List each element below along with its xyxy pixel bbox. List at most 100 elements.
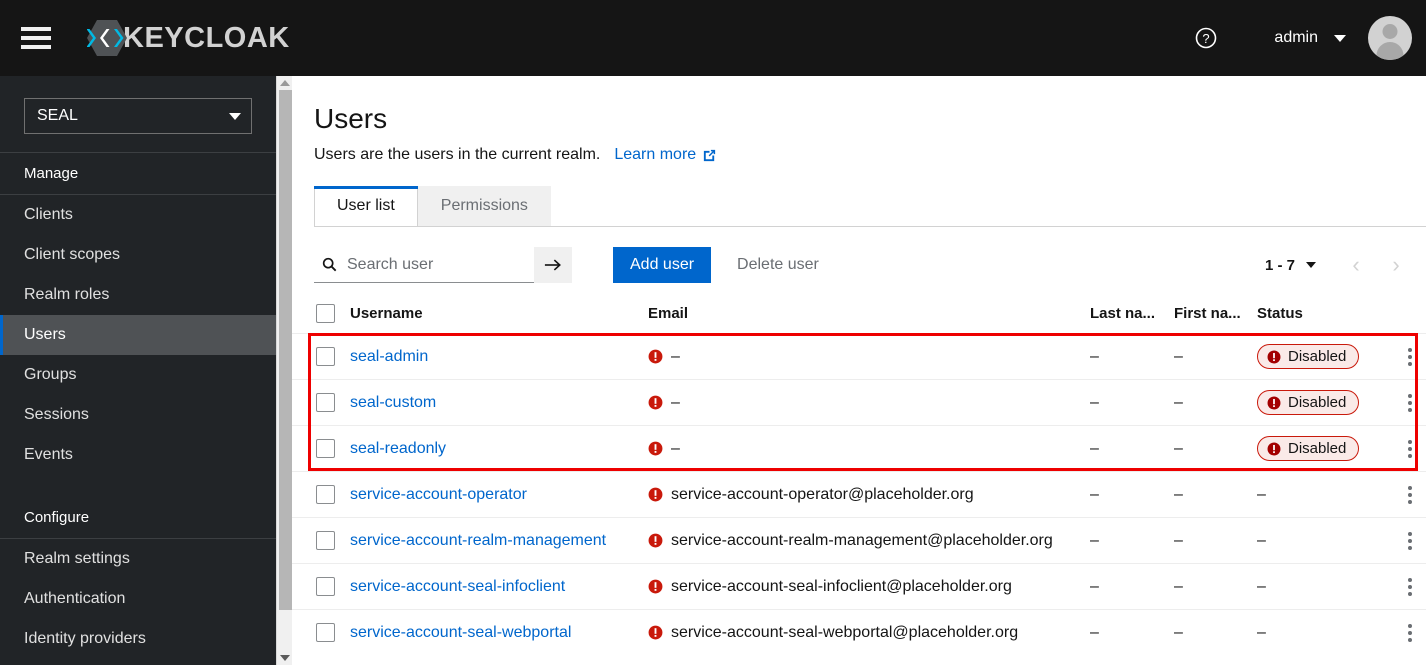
- search-box[interactable]: [314, 247, 534, 283]
- username-link[interactable]: service-account-seal-webportal: [350, 624, 571, 641]
- caret-down-icon: [1334, 34, 1346, 42]
- cell-status: –: [1257, 624, 1393, 642]
- pagination-next-button[interactable]: ›: [1376, 247, 1416, 283]
- sidebar-item-events[interactable]: Events: [0, 435, 276, 475]
- username-link[interactable]: seal-readonly: [350, 440, 446, 457]
- row-actions-button[interactable]: [1393, 577, 1426, 596]
- row-checkbox[interactable]: [315, 623, 335, 642]
- status-exclamation-icon: [1267, 442, 1281, 455]
- row-actions-button[interactable]: [1393, 531, 1426, 550]
- row-actions-button[interactable]: [1393, 485, 1426, 504]
- add-user-button[interactable]: Add user: [613, 247, 712, 283]
- sidebar-item-users[interactable]: Users: [0, 315, 276, 355]
- row-checkbox[interactable]: [315, 439, 335, 458]
- pagination-prev-button[interactable]: ‹: [1336, 247, 1376, 283]
- row-checkbox[interactable]: [315, 393, 335, 412]
- search-input[interactable]: [345, 254, 515, 275]
- sidebar-item-authentication[interactable]: Authentication: [0, 579, 276, 619]
- sidebar-item-identity-providers[interactable]: Identity providers: [0, 619, 276, 659]
- cell-first-name: –: [1174, 485, 1183, 503]
- row-checkbox[interactable]: [315, 485, 335, 504]
- column-header-status[interactable]: Status: [1257, 305, 1393, 322]
- username-link[interactable]: service-account-operator: [350, 486, 527, 503]
- delete-user-button[interactable]: Delete user: [737, 256, 819, 274]
- username-link[interactable]: seal-custom: [350, 394, 436, 411]
- sidebar-item-clients[interactable]: Clients: [0, 195, 276, 235]
- cell-email: service-account-seal-webportal@placehold…: [648, 624, 1090, 642]
- arrow-right-icon: [544, 259, 561, 271]
- row-actions-kebab-icon[interactable]: [1407, 347, 1412, 366]
- status-value: –: [1257, 531, 1266, 549]
- row-actions-kebab-icon[interactable]: [1407, 485, 1412, 504]
- sidebar-item-realm-settings[interactable]: Realm settings: [0, 539, 276, 579]
- status-exclamation-icon: [1267, 396, 1281, 409]
- status-value: –: [1257, 577, 1266, 595]
- row-checkbox[interactable]: [315, 347, 335, 366]
- tab-bar: User list Permissions: [314, 186, 1426, 227]
- scroll-down-arrow-icon[interactable]: [277, 651, 293, 665]
- username-link[interactable]: service-account-seal-infoclient: [350, 578, 565, 595]
- avatar[interactable]: [1368, 16, 1412, 60]
- nav-group-title-manage: Manage: [24, 165, 79, 182]
- learn-more-link[interactable]: Learn more: [614, 146, 717, 164]
- status-badge-label: Disabled: [1288, 348, 1347, 365]
- row-actions-kebab-icon[interactable]: [1407, 439, 1412, 458]
- page-scrollbar[interactable]: [276, 76, 292, 665]
- tab-user-list[interactable]: User list: [314, 186, 418, 226]
- pagination-caret-down-icon[interactable]: [1306, 262, 1316, 268]
- row-actions-button[interactable]: [1393, 393, 1426, 412]
- row-actions-button[interactable]: [1393, 347, 1426, 366]
- cell-email: service-account-operator@placeholder.org: [648, 486, 1090, 504]
- page-header: Users Users are the users in the current…: [292, 76, 1426, 164]
- email-value: service-account-seal-infoclient@placehol…: [671, 577, 1012, 595]
- scrollbar-thumb[interactable]: [279, 90, 292, 610]
- row-actions-button[interactable]: [1393, 623, 1426, 642]
- row-select-cell: [292, 393, 350, 412]
- select-all-checkbox[interactable]: [315, 303, 335, 323]
- cell-status: –: [1257, 532, 1393, 550]
- hamburger-icon[interactable]: [13, 15, 59, 61]
- help-circle-icon[interactable]: ?: [1183, 15, 1229, 61]
- row-actions-kebab-icon[interactable]: [1407, 623, 1412, 642]
- search-submit-button[interactable]: [534, 247, 572, 283]
- status-value: –: [1257, 485, 1266, 503]
- cell-first-name: –: [1174, 347, 1183, 365]
- row-actions-button[interactable]: [1393, 439, 1426, 458]
- row-checkbox[interactable]: [315, 577, 335, 596]
- table-header-row: Username Email Last na... First na... St…: [292, 293, 1426, 333]
- pagination: 1 - 7 ‹ ›: [1265, 247, 1426, 283]
- realm-selector[interactable]: SEAL: [24, 98, 252, 134]
- tab-permissions[interactable]: Permissions: [417, 186, 551, 226]
- sidebar-item-sessions[interactable]: Sessions: [0, 395, 276, 435]
- user-menu-toggle[interactable]: admin: [1274, 29, 1346, 47]
- row-select-cell: [292, 577, 350, 596]
- cell-email: service-account-seal-infoclient@placehol…: [648, 578, 1090, 596]
- sidebar-item-groups[interactable]: Groups: [0, 355, 276, 395]
- cell-first-name: –: [1174, 531, 1183, 549]
- keycloak-logo-icon: [86, 20, 127, 56]
- row-actions-kebab-icon[interactable]: [1407, 531, 1412, 550]
- cell-last-name: –: [1090, 347, 1099, 365]
- brand-logo-link[interactable]: KEYCLOAK: [86, 20, 290, 56]
- username-link[interactable]: service-account-realm-management: [350, 532, 606, 549]
- column-header-email[interactable]: Email: [648, 305, 1090, 322]
- sidebar-item-realm-roles[interactable]: Realm roles: [0, 275, 276, 315]
- table-row: seal-readonly – – – Disabled: [292, 425, 1426, 471]
- row-actions-kebab-icon[interactable]: [1407, 577, 1412, 596]
- column-header-first-name[interactable]: First na...: [1174, 305, 1257, 322]
- warning-exclamation-icon: [648, 625, 663, 640]
- row-checkbox[interactable]: [315, 531, 335, 550]
- username-link[interactable]: seal-admin: [350, 348, 428, 365]
- table-row: service-account-operator service-account-…: [292, 471, 1426, 517]
- main-content: Users Users are the users in the current…: [292, 76, 1426, 665]
- sidebar-item-client-scopes[interactable]: Client scopes: [0, 235, 276, 275]
- row-actions-kebab-icon[interactable]: [1407, 393, 1412, 412]
- cell-last-name: –: [1090, 531, 1099, 549]
- scroll-up-arrow-icon[interactable]: [277, 76, 293, 90]
- email-value: –: [671, 393, 680, 411]
- column-header-username[interactable]: Username: [350, 305, 648, 322]
- search-icon: [322, 257, 337, 272]
- column-header-last-name[interactable]: Last na...: [1090, 305, 1174, 322]
- status-badge-label: Disabled: [1288, 394, 1347, 411]
- table-toolbar: Add user Delete user 1 - 7 ‹ ›: [314, 247, 1426, 283]
